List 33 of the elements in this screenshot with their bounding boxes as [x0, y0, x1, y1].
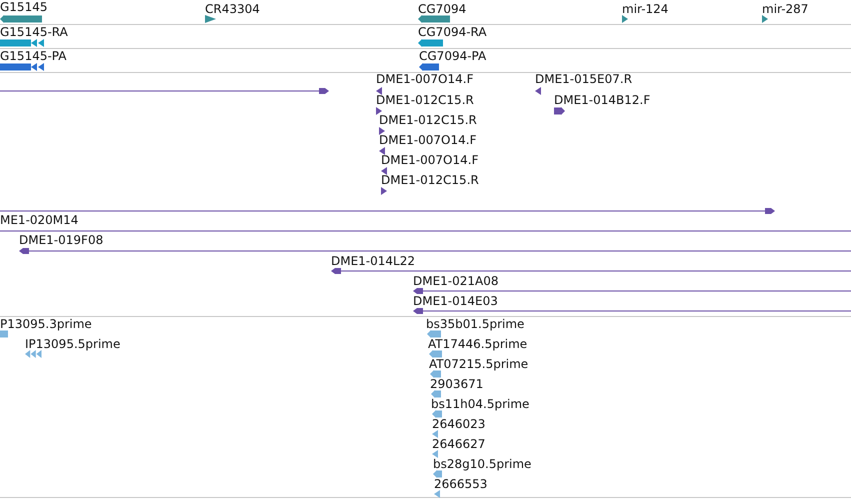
- feature-label: DME1-012C15.R: [379, 113, 477, 127]
- feature-label: bs35b01.5prime: [426, 317, 524, 331]
- feature-label: 2903671: [430, 377, 484, 391]
- feature-label: CG7094-RA: [418, 25, 487, 39]
- feature-label: CR43304: [205, 2, 260, 16]
- feature-label: DME1-019F08: [19, 233, 104, 247]
- feature-label: DME1-007O14.F: [381, 153, 478, 167]
- feature-label: DME1-014B12.F: [554, 93, 650, 107]
- feature-label: G15145-RA: [0, 25, 68, 39]
- feature-label: bs11h04.5prime: [431, 397, 530, 411]
- feature-label: AT17446.5prime: [428, 337, 528, 351]
- feature-label: G15145: [0, 0, 48, 14]
- feature-label: mir-287: [762, 2, 808, 16]
- feature-label: DME1-012C15.R: [376, 93, 474, 107]
- feature-label: DME1-007O14.F: [376, 72, 474, 86]
- feature-label: P13095.3prime: [0, 317, 92, 331]
- feature-label: 2666553: [434, 477, 488, 491]
- feature-label: DME1-007O14.F: [379, 133, 476, 147]
- feature-label: CG7094: [418, 2, 466, 16]
- feature-label: DME1-012C15.R: [381, 173, 479, 187]
- feature-label: mir-124: [622, 2, 668, 16]
- feature-label: G15145-PA: [0, 49, 66, 63]
- feature-label: CG7094-PA: [419, 49, 486, 63]
- feature-label: IP13095.5prime: [25, 337, 120, 351]
- feature-label: AT07215.5prime: [429, 357, 528, 371]
- feature-label: ME1-020M14: [0, 213, 78, 227]
- feature-label: DME1-014E03: [413, 294, 498, 308]
- feature-label: 2646023: [432, 417, 486, 431]
- feature-label: DME1-021A08: [413, 274, 499, 288]
- feature-label: DME1-014L22: [331, 254, 415, 268]
- feature-label: bs28g10.5prime: [433, 457, 532, 471]
- feature-label: 2646627: [432, 437, 486, 451]
- feature-label: DME1-015E07.R: [535, 72, 632, 86]
